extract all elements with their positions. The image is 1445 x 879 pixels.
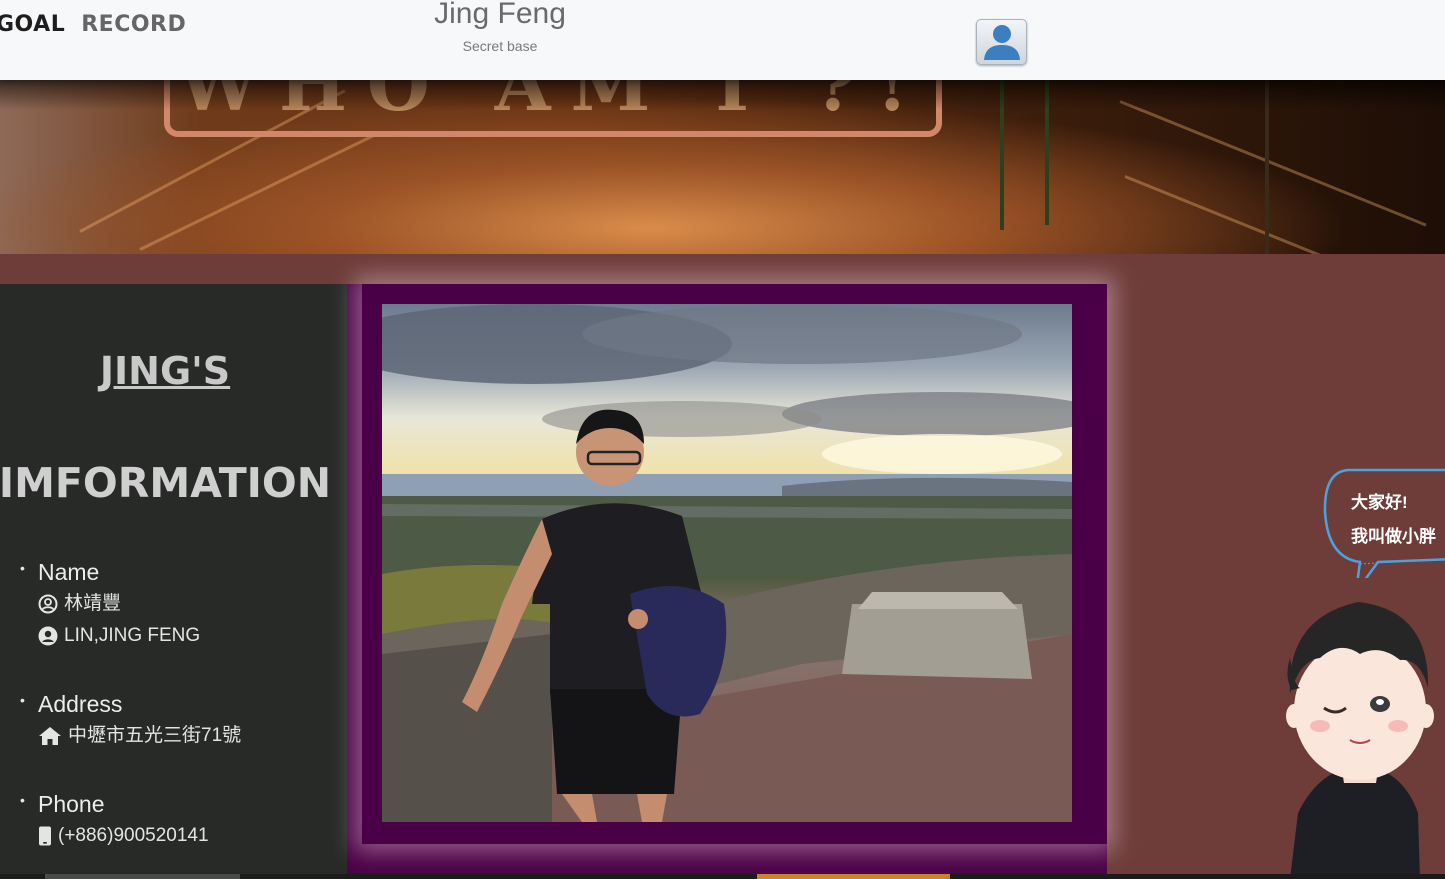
info-item-name: Name 林靖豐 LIN,JING FENG — [20, 556, 241, 688]
greeting-line-1: 大家好! — [1351, 493, 1408, 512]
name-label: Name — [38, 559, 100, 585]
brand-subtitle: Secret base — [462, 38, 538, 54]
brand[interactable]: Jing Feng Secret base — [400, 0, 600, 54]
user-avatar-button[interactable] — [976, 19, 1027, 65]
user-icon — [984, 25, 1020, 60]
strip-segment — [757, 874, 950, 879]
name-zh-line: 林靖豐 — [38, 588, 241, 620]
info-item-address: Address 中壢市五光三街71號 — [20, 688, 241, 788]
hero-beam — [1119, 100, 1427, 227]
top-navbar: GOAL RECORD Jing Feng Secret base — [0, 0, 1445, 80]
name-zh-value: 林靖豐 — [64, 593, 122, 614]
info-panel: JING'S IMFORMATION Name 林靖豐 LIN,JING FEN… — [0, 284, 347, 879]
nav-link-goal[interactable]: GOAL — [0, 12, 65, 37]
nav-link-record[interactable]: RECORD — [81, 12, 186, 37]
phone-value: (+886)900520141 — [58, 825, 209, 846]
address-value: 中壢市五光三街71號 — [68, 725, 242, 746]
profile-photo-image — [382, 304, 1072, 822]
bottom-strip — [0, 874, 1445, 879]
profile-photo[interactable] — [382, 304, 1072, 822]
info-list: Name 林靖豐 LIN,JING FENG Address — [20, 556, 241, 852]
hero-beam — [139, 134, 375, 251]
greeting-line-2: 我叫做小胖 — [1351, 527, 1436, 546]
mobile-phone-icon — [39, 826, 51, 846]
hero-banner: WHO AM I ?! — [0, 80, 1445, 254]
home-icon — [39, 727, 61, 745]
address-line: 中壢市五光三街71號 — [38, 720, 241, 752]
phone-label: Phone — [38, 791, 105, 817]
info-title-owner: JING'S — [99, 349, 231, 393]
address-label: Address — [38, 691, 123, 717]
brand-title: Jing Feng — [434, 0, 566, 30]
speech-text: 大家好! 我叫做小胖 — [1351, 486, 1436, 554]
strip-segment — [45, 874, 240, 879]
hero-shadow — [0, 80, 1445, 110]
phone-line: (+886)900520141 — [38, 820, 241, 852]
info-title-heading: IMFORMATION — [0, 459, 332, 507]
user-circle-icon — [38, 626, 58, 646]
mascot-character[interactable] — [1280, 598, 1440, 879]
nav-links: GOAL RECORD — [0, 12, 186, 37]
user-circle-outline-icon — [38, 594, 58, 614]
hero-beam — [1124, 175, 1423, 254]
name-en-value: LIN,JING FENG — [64, 625, 201, 646]
name-en-line: LIN,JING FENG — [38, 620, 241, 652]
info-item-phone: Phone (+886)900520141 — [20, 788, 241, 852]
